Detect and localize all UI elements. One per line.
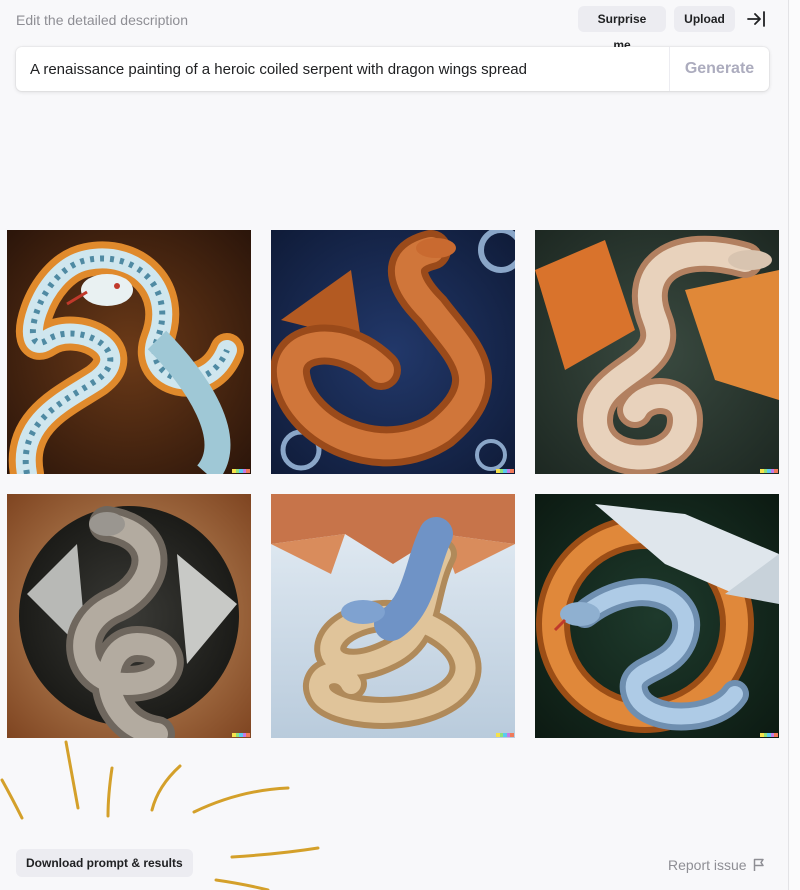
surprise-me-button[interactable]: Surprise me — [578, 6, 666, 52]
scrollbar[interactable] — [788, 0, 800, 890]
result-image[interactable] — [535, 230, 779, 474]
result-image[interactable] — [7, 494, 251, 738]
flag-icon — [753, 858, 764, 871]
signature-mark — [232, 469, 250, 473]
results-grid — [7, 230, 779, 738]
signature-mark — [496, 733, 514, 737]
result-image[interactable] — [7, 230, 251, 474]
result-image[interactable] — [535, 494, 779, 738]
signature-mark — [760, 733, 778, 737]
result-image[interactable] — [271, 230, 515, 474]
result-image[interactable] — [271, 494, 515, 738]
upload-button[interactable]: Upload — [674, 6, 735, 32]
generate-button[interactable]: Generate — [669, 47, 769, 91]
download-prompt-results-button[interactable]: Download prompt & results — [16, 849, 193, 877]
signature-mark — [496, 469, 514, 473]
signature-mark — [232, 733, 250, 737]
description-hint: Edit the detailed description — [16, 12, 188, 28]
report-issue-label: Report issue — [668, 857, 747, 873]
signature-mark — [760, 469, 778, 473]
header: Edit the detailed description Surprise m… — [16, 6, 774, 52]
collapse-right-icon[interactable] — [747, 10, 767, 28]
prompt-input[interactable] — [16, 47, 669, 91]
report-issue-link[interactable]: Report issue — [668, 857, 765, 873]
prompt-bar: Generate — [16, 47, 769, 91]
